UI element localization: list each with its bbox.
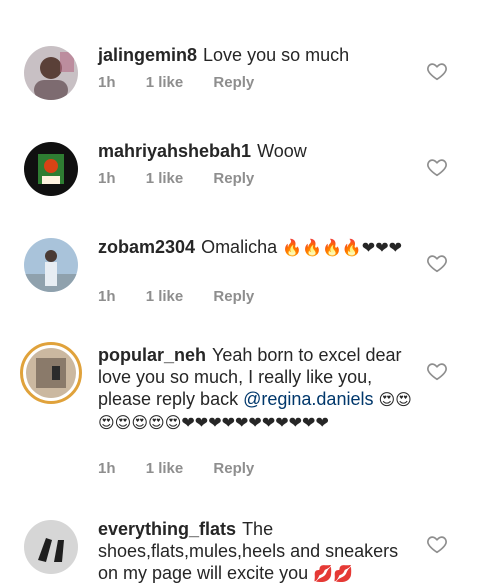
comment-meta: 1h 1 like Reply [98,74,280,91]
comment-time: 1h [98,74,116,91]
mention-link[interactable]: @regina.daniels [243,389,373,409]
comment-emoji: 🔥🔥🔥🔥❤❤❤ [282,238,403,257]
reply-button[interactable]: Reply [213,288,254,305]
comment-time: 1h [98,288,116,305]
comment-time: 1h [98,170,116,187]
comment-meta: 1h 1 like Reply [98,170,280,187]
comment-body: everything_flats The shoes,flats,mules,he… [98,518,413,585]
comment-meta: 1h 1 like Reply [98,460,280,477]
reply-button[interactable]: Reply [213,170,254,187]
reply-button[interactable]: Reply [213,460,254,477]
heart-outline-icon[interactable] [426,533,448,555]
comment-likes[interactable]: 1 like [146,74,184,91]
reply-button[interactable]: Reply [213,74,254,91]
comment-username[interactable]: jalingemin8 [98,45,197,65]
comment-likes[interactable]: 1 like [146,460,184,477]
comment-body: mahriyahshebah1 Woow [98,140,413,162]
comment-body: popular_neh Yeah born to excel dear love … [98,344,413,434]
comment-likes[interactable]: 1 like [146,288,184,305]
comment-text: Woow [257,141,307,161]
comment-username[interactable]: popular_neh [98,345,206,365]
avatar[interactable] [24,520,78,574]
comment-text: Love you so much [203,45,350,65]
heart-outline-icon[interactable] [426,360,448,382]
comment-time: 1h [98,460,116,477]
comment-likes[interactable]: 1 like [146,170,184,187]
comment-body: zobam2304 Omalicha 🔥🔥🔥🔥❤❤❤ [98,236,413,259]
avatar[interactable] [24,238,78,292]
comment-username[interactable]: everything_flats [98,519,236,539]
heart-outline-icon[interactable] [426,156,448,178]
comment-meta: 1h 1 like Reply [98,288,280,305]
heart-outline-icon[interactable] [426,252,448,274]
avatar[interactable] [24,142,78,196]
comment-body: jalingemin8 Love you so much [98,44,413,66]
avatar[interactable] [24,46,78,100]
avatar[interactable] [20,342,82,404]
comment-username[interactable]: mahriyahshebah1 [98,141,251,161]
comment-username[interactable]: zobam2304 [98,237,195,257]
comment-emoji: 💋💋 [313,564,353,583]
comment-text: Omalicha [201,237,278,257]
heart-outline-icon[interactable] [426,60,448,82]
